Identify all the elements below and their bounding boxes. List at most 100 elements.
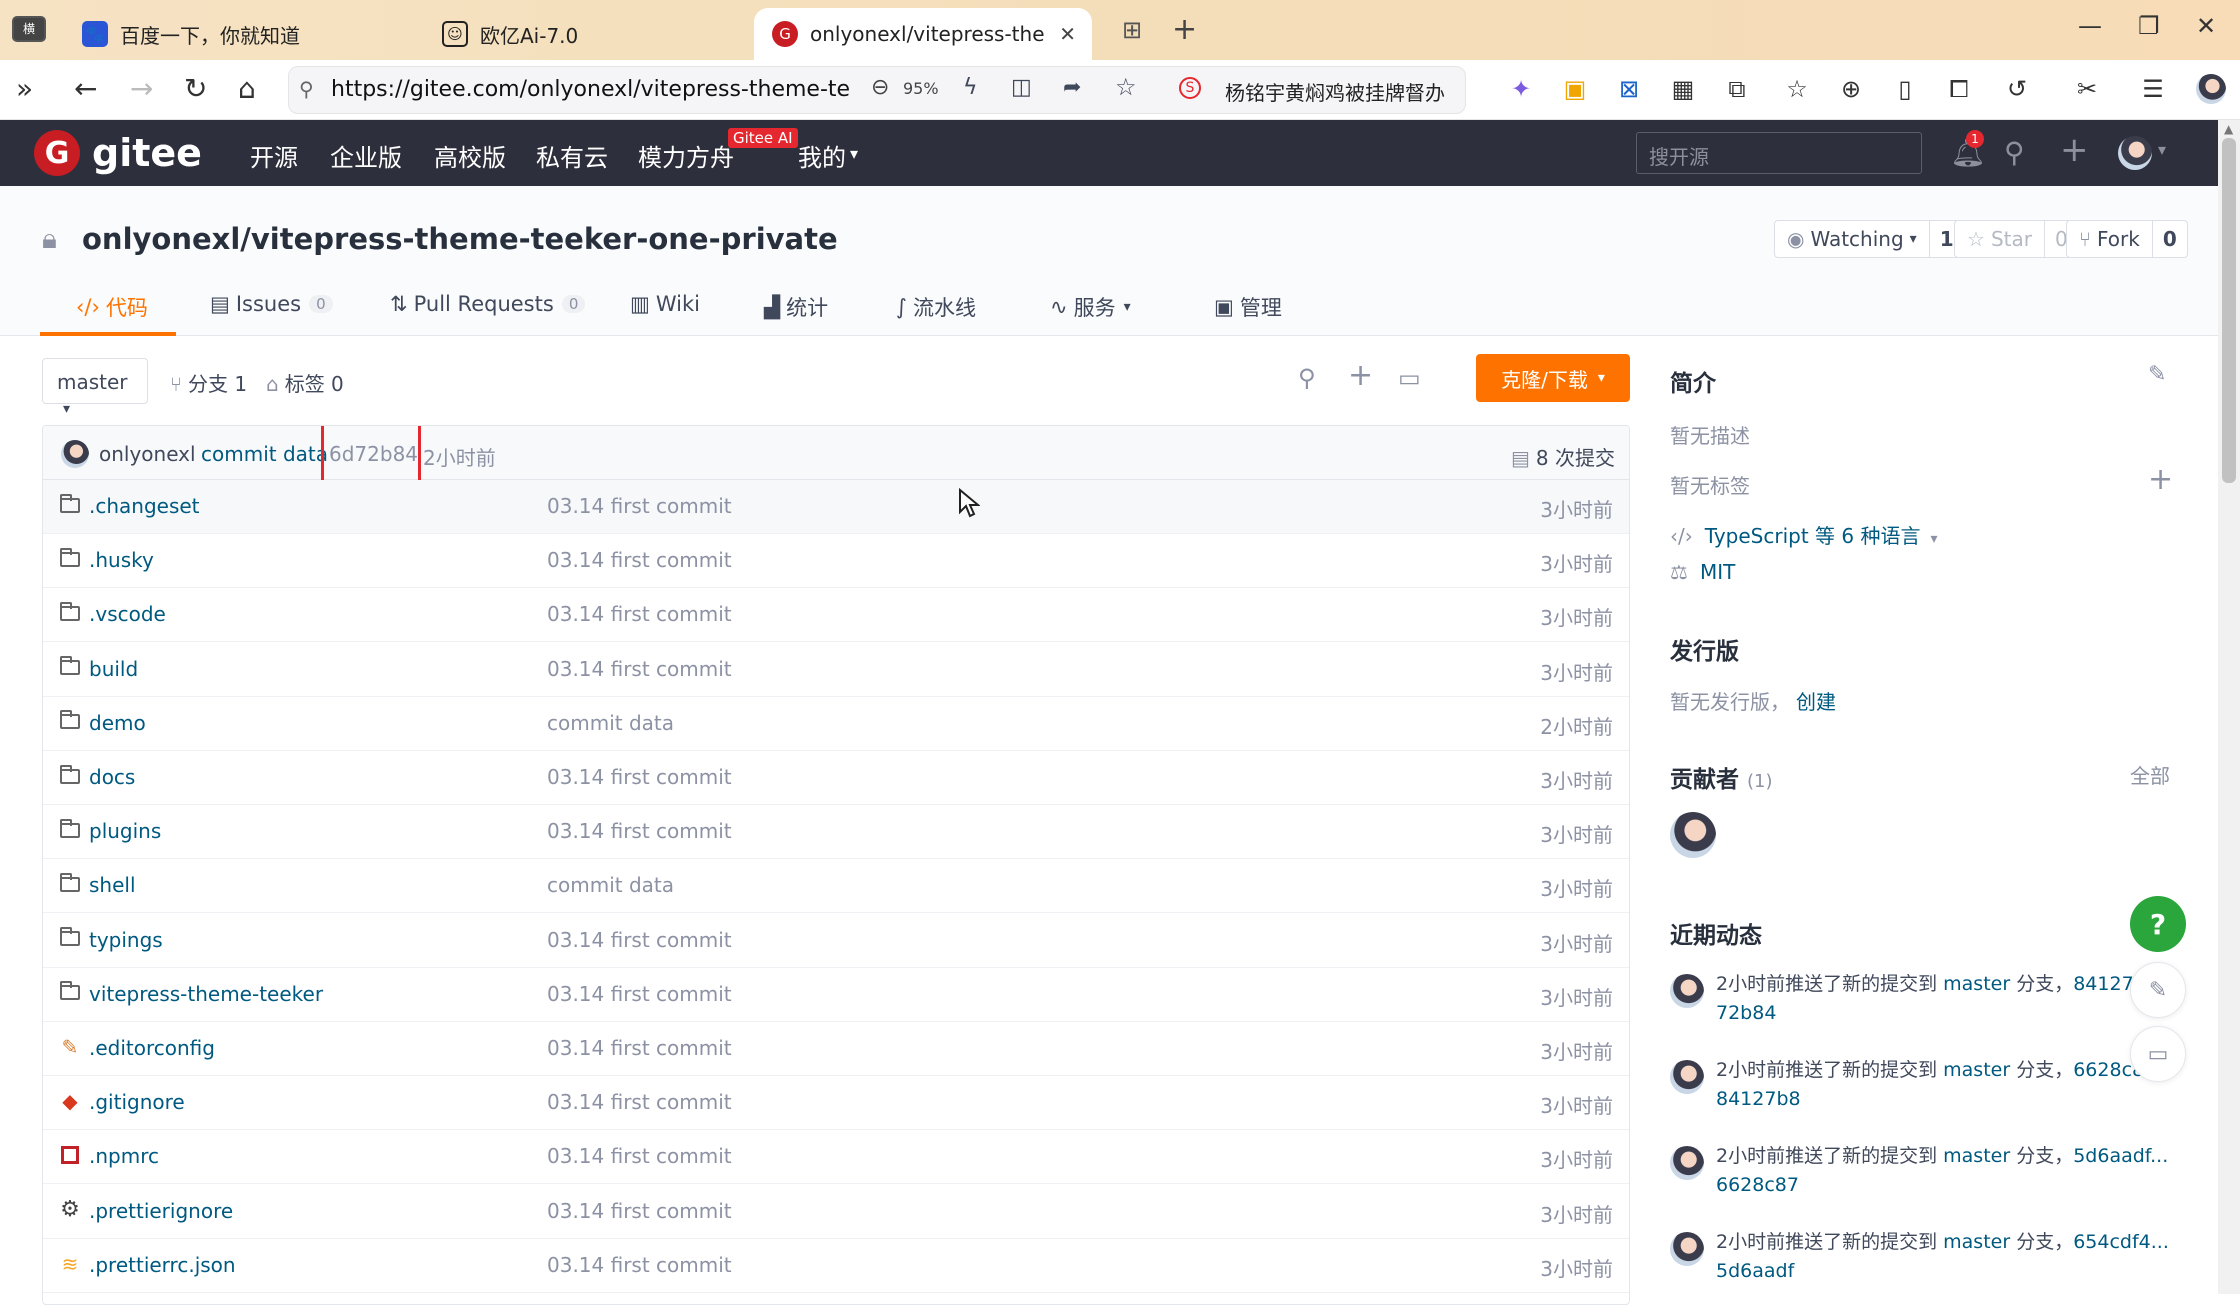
activity-avatar[interactable] — [1670, 1146, 1704, 1180]
branch-select[interactable]: master ▾ — [42, 358, 148, 417]
nav-mine[interactable]: 我的 — [798, 138, 846, 173]
minimize-icon[interactable]: — — [2078, 12, 2102, 40]
file-row[interactable]: ⚙ .prettierignore 03.14 first commit 3小时前 — [43, 1185, 1629, 1239]
file-row[interactable]: vitepress-theme-teeker 03.14 first commit… — [43, 968, 1629, 1022]
webide-icon[interactable]: ▭ — [1398, 364, 1421, 392]
file-row[interactable]: ≋ .prettierrc.json 03.14 first commit 3小时前 — [43, 1239, 1629, 1293]
branch-count-link[interactable]: ⑂ 分支 1 — [170, 368, 247, 397]
tab-services[interactable]: ∿ 服务 ▾ — [1050, 292, 1131, 322]
history-icon[interactable]: ↺ — [2002, 74, 2032, 104]
home-icon[interactable]: ⌂ — [238, 74, 256, 104]
commit-count-link[interactable]: ▤ 8 次提交 — [1511, 442, 1615, 471]
commit-message[interactable]: commit data — [201, 442, 328, 466]
file-commit-message[interactable]: 03.14 first commit — [547, 494, 732, 518]
sidebar-toggle-icon[interactable]: 横 — [12, 16, 46, 42]
scissors-icon[interactable]: ✂ — [2072, 74, 2102, 104]
help-button[interactable]: ? — [2130, 896, 2186, 952]
file-commit-message[interactable]: 03.14 first commit — [547, 602, 732, 626]
tab-code[interactable]: ‹/› 代码 — [76, 292, 148, 322]
file-commit-message[interactable]: 03.14 first commit — [547, 928, 732, 952]
clone-download-button[interactable]: 克隆/下载 ▾ — [1476, 354, 1630, 402]
extensions-icon[interactable]: ⧉ — [1722, 74, 1752, 104]
fork-button[interactable]: ⑂ Fork 0 — [2066, 220, 2188, 258]
file-commit-message[interactable]: 03.14 first commit — [547, 548, 732, 572]
file-row[interactable]: docs 03.14 first commit 3小时前 — [43, 751, 1629, 805]
file-name[interactable]: typings — [89, 928, 163, 952]
collections-icon[interactable]: ⧠ — [1944, 74, 1974, 104]
feedback-button[interactable]: ✎ — [2130, 962, 2186, 1018]
back-icon[interactable]: ← — [74, 74, 97, 104]
file-row[interactable]: demo commit data 2小时前 — [43, 697, 1629, 751]
phone-icon[interactable]: ▯ — [1890, 74, 1920, 104]
commit-author[interactable]: onlyonexl — [99, 442, 196, 466]
scrollbar-thumb[interactable] — [2222, 138, 2236, 483]
close-tab-icon[interactable]: ✕ — [1059, 22, 1076, 46]
repo-title[interactable]: onlyonexl/vitepress-theme-teeker-one-pri… — [82, 222, 838, 256]
activity-branch-link[interactable]: master — [1943, 973, 2010, 995]
sogou-icon[interactable]: S — [1179, 77, 1201, 99]
file-commit-message[interactable]: commit data — [547, 711, 674, 735]
license-link[interactable]: MIT — [1700, 560, 1735, 584]
contributor-avatar[interactable] — [1670, 812, 1716, 858]
activity-avatar[interactable] — [1670, 1060, 1704, 1094]
activity-avatar[interactable] — [1670, 1232, 1704, 1266]
reload-icon[interactable]: ↻ — [184, 74, 207, 104]
file-commit-message[interactable]: 03.14 first commit — [547, 1144, 732, 1168]
file-commit-message[interactable]: 03.14 first commit — [547, 657, 732, 681]
edit-icon[interactable]: ✎ — [2148, 362, 2166, 387]
author-avatar[interactable] — [61, 440, 89, 468]
tab-baidu[interactable]: 🐾 百度一下，你就知道 — [64, 8, 424, 60]
fork-count[interactable]: 0 — [2151, 221, 2187, 257]
file-name[interactable]: .prettierignore — [89, 1199, 233, 1223]
user-avatar[interactable] — [2118, 136, 2152, 170]
language-link[interactable]: TypeScript 等 6 种语言 — [1705, 524, 1921, 548]
gitee-search-input[interactable]: 搜开源 — [1636, 132, 1922, 174]
file-row[interactable]: .husky 03.14 first commit 3小时前 — [43, 534, 1629, 589]
tab-wiki[interactable]: ▥ Wiki — [630, 292, 700, 316]
activity-branch-link[interactable]: master — [1943, 1231, 2010, 1253]
file-commit-message[interactable]: 03.14 first commit — [547, 982, 732, 1006]
nav-enterprise[interactable]: 企业版 — [330, 138, 402, 173]
plus-icon[interactable]: + — [2060, 130, 2089, 170]
file-commit-message[interactable]: commit data — [547, 873, 674, 897]
tab-gitee[interactable]: G onlyonexl/vitepress-theme-t ✕ — [754, 8, 1092, 60]
nav-education[interactable]: 高校版 — [434, 138, 506, 173]
tab-manage[interactable]: ▣ 管理 — [1214, 292, 1282, 322]
favorite-icon[interactable]: ☆ — [1115, 73, 1137, 101]
new-tab-icon[interactable]: + — [1172, 12, 1197, 47]
activity-branch-link[interactable]: master — [1943, 1145, 2010, 1167]
bookmark-star-icon[interactable]: ☆ — [1782, 74, 1812, 104]
activity-avatar[interactable] — [1670, 974, 1704, 1008]
zoom-icon[interactable]: ⊖ — [871, 75, 889, 100]
file-name[interactable]: .npmrc — [89, 1144, 159, 1168]
maximize-icon[interactable]: ❐ — [2138, 12, 2160, 40]
file-name[interactable]: demo — [89, 711, 146, 735]
tab-grid-icon[interactable]: ⊞ — [1122, 16, 1142, 44]
license-info[interactable]: ⚖ MIT — [1670, 560, 1735, 584]
tag-count-link[interactable]: ⌂ 标签 0 — [266, 368, 344, 397]
file-name[interactable]: .vscode — [89, 602, 166, 626]
zoom-level[interactable]: 95% — [903, 79, 939, 98]
file-commit-message[interactable]: 03.14 first commit — [547, 765, 732, 789]
tab-pull-requests[interactable]: ⇅ Pull Requests 0 — [390, 292, 586, 316]
download-icon[interactable]: ⊕ — [1836, 74, 1866, 104]
file-name[interactable]: build — [89, 657, 138, 681]
file-commit-message[interactable]: 03.14 first commit — [547, 1199, 732, 1223]
file-name[interactable]: .prettierrc.json — [89, 1253, 236, 1277]
file-commit-message[interactable]: 03.14 first commit — [547, 1036, 732, 1060]
file-name[interactable]: .gitignore — [89, 1090, 185, 1114]
file-row[interactable]: .vscode 03.14 first commit 3小时前 — [43, 588, 1629, 643]
file-row[interactable]: shell commit data 3小时前 — [43, 859, 1629, 914]
tab-pipeline[interactable]: ∫ 流水线 — [896, 292, 976, 322]
file-name[interactable]: shell — [89, 873, 136, 897]
lightbulb-icon[interactable]: ⚲ — [2004, 136, 2025, 169]
file-commit-message[interactable]: 03.14 first commit — [547, 1090, 732, 1114]
share-icon[interactable]: ➦ — [1063, 75, 1081, 100]
add-file-icon[interactable]: + — [1348, 358, 1373, 393]
address-bar[interactable]: ⚲ https://gitee.com/onlyonexl/vitepress-… — [288, 66, 1466, 114]
double-chevron-icon[interactable]: » — [16, 74, 33, 104]
all-contributors-link[interactable]: 全部 — [2130, 760, 2170, 789]
qrcode-icon[interactable]: ▦ — [1668, 74, 1698, 104]
file-name[interactable]: .changeset — [89, 494, 200, 518]
close-window-icon[interactable]: ✕ — [2196, 12, 2216, 40]
